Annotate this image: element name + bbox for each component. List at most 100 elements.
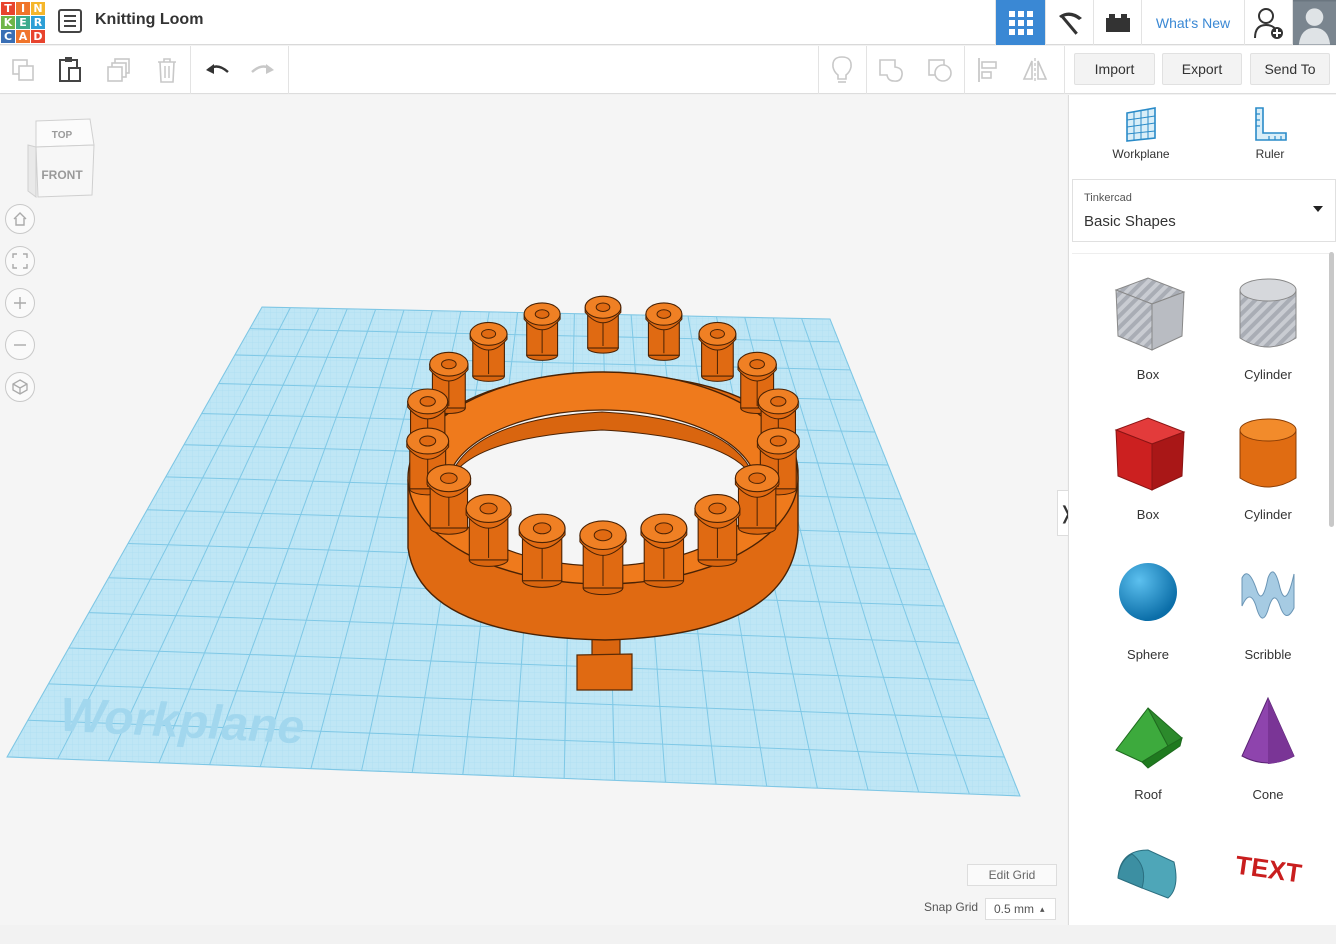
peg	[694, 494, 741, 567]
view-cube-front-label: FRONT	[41, 168, 83, 182]
workplane-tool-label: Workplane	[1112, 147, 1170, 161]
shape-box[interactable]: Box	[1088, 394, 1208, 524]
top-bar: TINKERCAD Knitting Loom What's New	[0, 0, 1336, 45]
align-button[interactable]	[973, 55, 1003, 85]
design-list-icon[interactable]	[58, 9, 82, 33]
cylinder-orange-icon	[1239, 418, 1297, 488]
design-title[interactable]: Knitting Loom	[95, 11, 203, 29]
library-source: Tinkercad	[1084, 192, 1132, 204]
peg	[698, 321, 737, 382]
logo-letter: T	[1, 2, 15, 15]
scribble-icon	[1241, 571, 1295, 619]
toolbar-divider	[818, 46, 819, 94]
shape-label: Cylinder	[1244, 507, 1292, 522]
cube-icon	[12, 379, 28, 395]
shape-cylinder-hole[interactable]: Cylinder	[1208, 254, 1328, 384]
shape-sphere[interactable]: Sphere	[1088, 534, 1208, 664]
export-button[interactable]: Export	[1162, 53, 1242, 85]
mirror-icon	[1022, 58, 1048, 82]
peg	[523, 302, 561, 361]
copy-button[interactable]	[8, 55, 38, 85]
home-view-button[interactable]	[5, 204, 35, 234]
shapes-scrollbar[interactable]	[1329, 252, 1334, 527]
snap-grid-select[interactable]: 0.5 mm ▴	[985, 898, 1056, 920]
paste-icon	[59, 57, 81, 82]
peg	[645, 302, 683, 361]
undo-icon	[206, 64, 229, 74]
shape-label: Box	[1136, 507, 1160, 522]
tinkercad-logo[interactable]: TIN KER CAD	[0, 0, 45, 45]
perspective-toggle-button[interactable]	[5, 372, 35, 402]
shape-label: Cone	[1252, 787, 1284, 802]
shape-scribble[interactable]: Scribble	[1208, 534, 1328, 664]
view-cube[interactable]: TOP FRONT	[26, 117, 98, 199]
brick-icon	[1105, 13, 1130, 32]
user-avatar[interactable]	[1292, 0, 1336, 45]
avatar-icon	[1293, 1, 1336, 44]
fit-view-button[interactable]	[5, 246, 35, 276]
workplane-icon	[1126, 107, 1156, 142]
import-button[interactable]: Import	[1074, 53, 1155, 85]
ungroup-button[interactable]	[925, 55, 955, 85]
plus-icon	[14, 297, 26, 309]
shape-cone[interactable]: Cone	[1208, 674, 1328, 804]
3d-design-view-button[interactable]	[995, 0, 1045, 45]
cylinder-hole-icon	[1239, 278, 1297, 348]
shape-label: Box	[1136, 367, 1160, 382]
logo-letter: D	[31, 30, 45, 43]
logo-letter: N	[31, 2, 45, 15]
edit-grid-button[interactable]: Edit Grid	[967, 864, 1057, 886]
workplane-tool[interactable]: Workplane	[1096, 105, 1186, 161]
shapes-panel: Workplane Ruler Tinkercad Basic Shapes B…	[1068, 95, 1336, 925]
bricks-view-button[interactable]	[1093, 0, 1141, 45]
grid-icon	[1008, 10, 1033, 35]
3d-viewport[interactable]: TOP FRONT Workplane Edit Grid Snap Grid …	[0, 95, 1067, 925]
home-icon	[13, 212, 27, 226]
snap-grid-value: 0.5 mm	[994, 902, 1035, 916]
redo-button[interactable]	[248, 55, 278, 85]
caret-down-icon	[1313, 206, 1323, 212]
edit-toolbar: Import Export Send To	[0, 46, 1336, 94]
group-button[interactable]	[876, 55, 906, 85]
blocks-view-button[interactable]	[1045, 0, 1093, 45]
whats-new-link[interactable]: What's New	[1141, 0, 1244, 45]
view-cube-top-label: TOP	[52, 130, 73, 141]
scene: Workplane	[6, 295, 1021, 797]
duplicate-icon	[107, 58, 130, 82]
library-name: Basic Shapes	[1084, 213, 1176, 230]
snap-grid-label: Snap Grid	[924, 900, 979, 914]
peg	[640, 513, 688, 588]
peg	[584, 295, 622, 354]
mirror-button[interactable]	[1020, 55, 1050, 85]
delete-button[interactable]	[152, 55, 182, 85]
logo-letter: I	[16, 2, 30, 15]
logo-letter: K	[1, 16, 15, 29]
paste-button[interactable]	[55, 55, 85, 85]
zoom-in-button[interactable]	[5, 288, 35, 318]
peg	[469, 321, 508, 382]
redo-icon	[251, 64, 274, 74]
shape-library-dropdown[interactable]: Tinkercad Basic Shapes	[1072, 179, 1336, 242]
peg	[426, 464, 472, 535]
shape-cylinder[interactable]: Cylinder	[1208, 394, 1328, 524]
undo-button[interactable]	[202, 55, 232, 85]
send-to-button[interactable]: Send To	[1250, 53, 1330, 85]
add-user-button[interactable]	[1244, 0, 1292, 45]
zoom-out-button[interactable]	[5, 330, 35, 360]
shape-box-hole[interactable]: Box	[1088, 254, 1208, 384]
notes-button[interactable]	[827, 55, 857, 85]
shapes-grid: Box Cylinder Box Cylinder Sphere Scribbl…	[1072, 253, 1330, 925]
trash-icon	[158, 58, 176, 83]
logo-letter: R	[31, 16, 45, 29]
duplicate-button[interactable]	[104, 55, 134, 85]
toolbar-divider	[964, 46, 965, 94]
text-icon: TEXT	[1234, 850, 1304, 889]
pickaxe-icon	[1058, 11, 1082, 35]
shape-roof[interactable]: Roof	[1088, 674, 1208, 804]
toolbar-divider	[866, 46, 867, 94]
toolbar-divider	[288, 46, 289, 94]
fit-all-icon	[12, 253, 28, 269]
ruler-tool[interactable]: Ruler	[1225, 105, 1315, 161]
roof-icon	[1115, 707, 1183, 769]
group-icon	[879, 59, 903, 82]
